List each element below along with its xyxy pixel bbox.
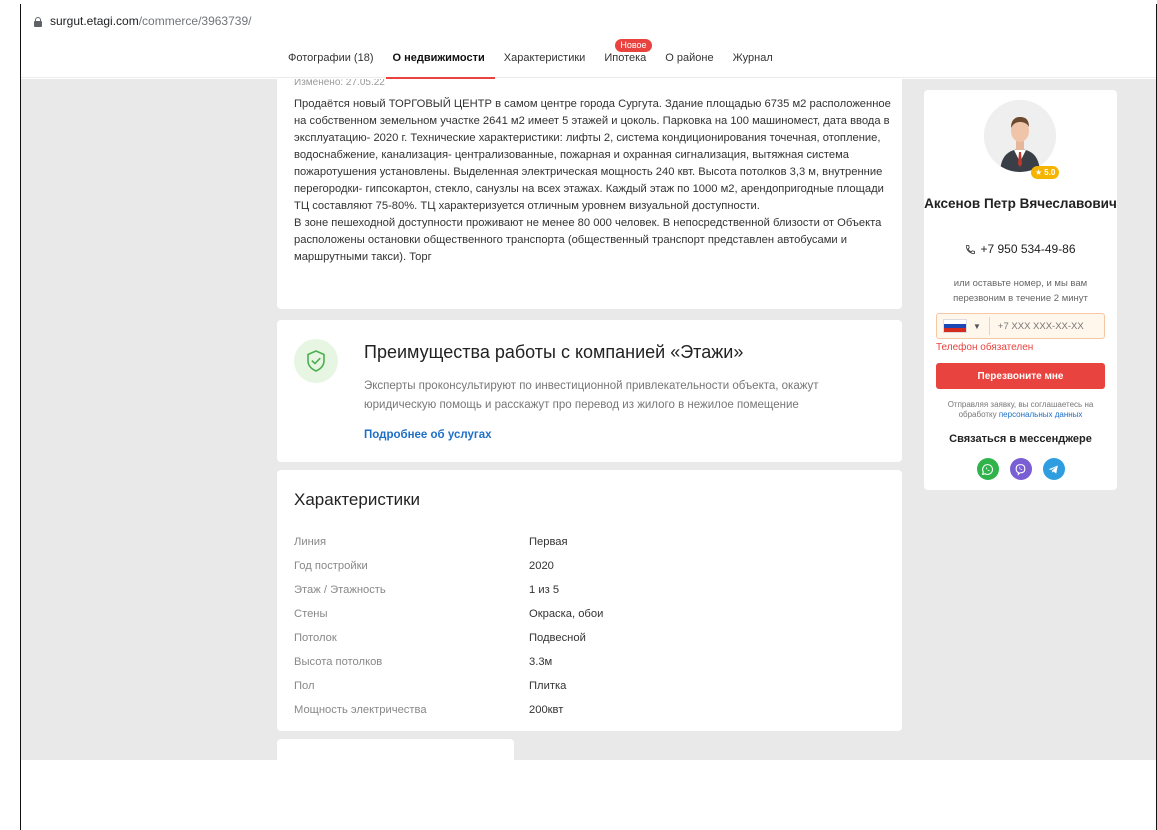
russia-flag-icon[interactable] <box>943 319 967 333</box>
agent-card: ★ 5.0 Аксенов Петр Вячеславович +7 950 53… <box>924 90 1117 490</box>
tab-journal[interactable]: Журнал <box>733 38 773 78</box>
content-area: Изменено: 27.05.22 Продаётся новый ТОРГО… <box>21 79 1156 760</box>
advantages-subtitle: Эксперты проконсультируют по инвестицион… <box>364 380 819 411</box>
callback-phone-field[interactable]: ▼ <box>936 313 1105 339</box>
characteristic-row: Пол Плитка <box>294 680 567 692</box>
phone-icon <box>966 244 976 254</box>
new-badge: Новое <box>615 39 652 52</box>
next-card-stub <box>277 739 514 760</box>
characteristic-row: Этаж / Этажность 1 из 5 <box>294 584 560 596</box>
personal-data-link[interactable]: персональных данных <box>999 410 1083 419</box>
url-path: /commerce/3963739/ <box>138 14 252 28</box>
description-paragraph: Продаётся новый ТОРГОВЫЙ ЦЕНТР в самом ц… <box>294 98 891 212</box>
characteristic-row: Высота потолков 3.3м <box>294 656 553 668</box>
characteristics-list: Линия Первая Год постройки 2020 Этаж / Эта… <box>294 530 884 722</box>
tab-characteristics[interactable]: Характеристики <box>504 38 586 78</box>
advantages-card: Преимущества работы с компанией «Этажи» … <box>277 320 902 462</box>
lock-icon <box>34 16 42 27</box>
characteristic-row: Стены Окраска, обои <box>294 608 604 620</box>
tab-photos[interactable]: Фотографии (18) <box>288 38 373 78</box>
consent-text: Отправляя заявку, вы соглашаетесь на обр… <box>947 400 1094 419</box>
changed-date: Изменено: 27.05.22 <box>294 79 385 88</box>
rating-badge: ★ 5.0 <box>1031 166 1060 179</box>
chevron-down-icon[interactable]: ▼ <box>973 322 981 331</box>
messenger-buttons <box>924 458 1117 480</box>
agent-avatar <box>984 100 1056 172</box>
agent-name: Аксенов Петр Вячеславович <box>924 196 1117 211</box>
phone-error: Телефон обязателен <box>936 342 1034 353</box>
url-host: surgut.etagi.com <box>50 14 139 28</box>
shield-check-icon <box>294 339 338 383</box>
characteristic-row: Линия Первая <box>294 536 568 548</box>
description-text: Продаётся новый ТОРГОВЫЙ ЦЕНТР в самом ц… <box>294 96 894 266</box>
services-link[interactable]: Подробнее об услугах <box>364 429 491 441</box>
tab-about-property[interactable]: О недвижимости <box>386 38 496 79</box>
characteristic-row: Мощность электричества 200квт <box>294 704 564 716</box>
callback-button[interactable]: Перезвоните мне <box>936 363 1105 389</box>
description-paragraph: В зоне пешеходной доступности проживают … <box>294 217 882 263</box>
viber-icon[interactable] <box>1009 458 1032 480</box>
field-divider <box>988 317 990 335</box>
characteristic-row: Потолок Подвесной <box>294 632 586 644</box>
tab-district[interactable]: О районе <box>665 38 713 78</box>
tab-mortgage[interactable]: Новое Ипотека <box>604 38 652 78</box>
characteristics-card: Характеристики Линия Первая Год постройки… <box>277 470 902 731</box>
messenger-title: Связаться в мессенджере <box>949 433 1092 445</box>
section-nav: Фотографии (18) О недвижимости Характери… <box>21 38 1156 79</box>
telegram-icon[interactable] <box>1042 458 1065 480</box>
whatsapp-icon[interactable] <box>976 458 999 480</box>
agent-phone[interactable]: +7 950 534-49-86 <box>924 242 1117 256</box>
callback-hint: или оставьте номер, и мы вам перезвоним … <box>953 278 1088 304</box>
address-bar[interactable]: surgut.etagi.com/commerce/3963739/ <box>21 6 1156 36</box>
characteristics-title: Характеристики <box>294 490 421 509</box>
characteristic-row: Год постройки 2020 <box>294 560 554 572</box>
star-icon: ★ <box>1035 168 1043 177</box>
phone-input[interactable] <box>997 320 1098 332</box>
advantages-title: Преимущества работы с компанией «Этажи» <box>364 342 744 362</box>
description-card: Изменено: 27.05.22 Продаётся новый ТОРГО… <box>277 79 902 309</box>
